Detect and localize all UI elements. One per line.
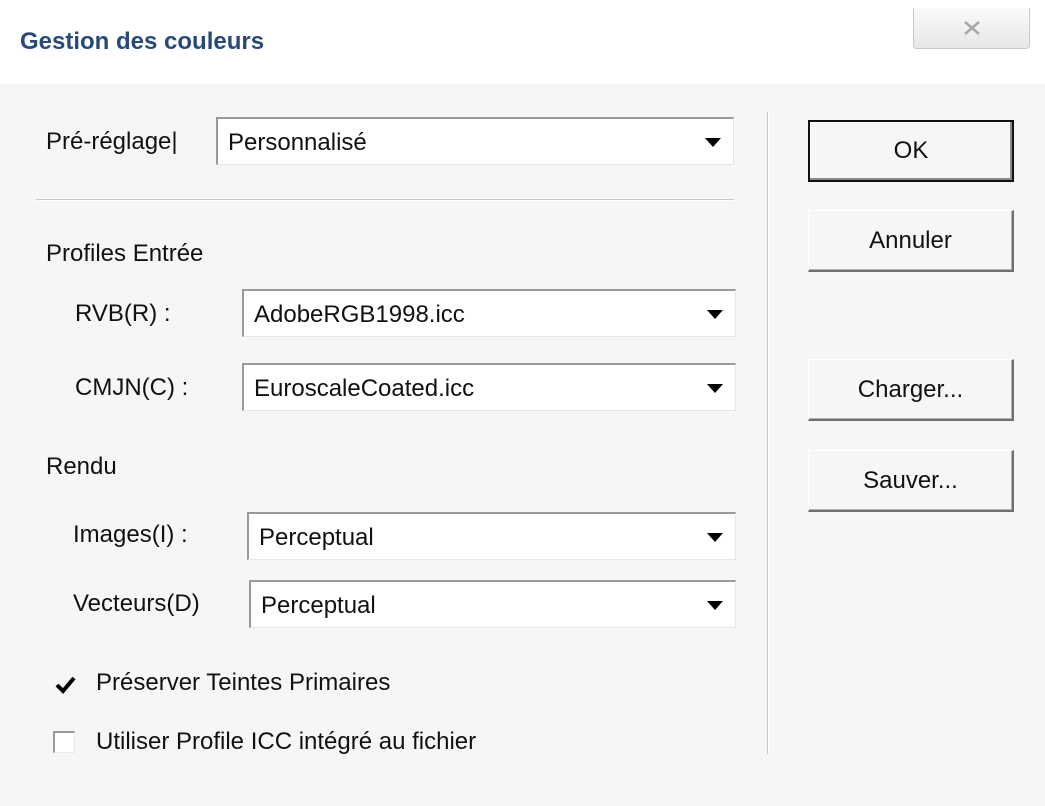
images-intent-value: Perceptual [259, 524, 374, 551]
save-button[interactable]: Sauver... [808, 450, 1014, 512]
cmyk-profile-value: EuroscaleCoated.icc [254, 375, 475, 402]
rgb-profile-dropdown[interactable]: AdobeRGB1998.icc [242, 289, 736, 337]
ok-button[interactable]: OK [808, 120, 1014, 182]
use-embedded-icc-checkbox[interactable] [53, 731, 75, 753]
cmyk-profile-dropdown[interactable]: EuroscaleCoated.icc [242, 363, 736, 411]
checkmark-icon [55, 676, 76, 694]
rgb-profile-value: AdobeRGB1998.icc [254, 301, 465, 328]
close-button[interactable] [913, 8, 1030, 49]
chevron-down-icon[interactable] [707, 310, 723, 319]
chevron-down-icon[interactable] [705, 138, 721, 147]
vertical-divider [767, 112, 769, 754]
chevron-down-icon[interactable] [707, 533, 723, 542]
dialog-title: Gestion des couleurs [20, 28, 265, 55]
title-bar: Gestion des couleurs [0, 0, 1045, 84]
preserve-primaries-checkbox[interactable] [53, 672, 76, 694]
preset-value: Personnalisé [228, 129, 367, 156]
input-profiles-heading: Profiles Entrée [46, 240, 204, 267]
preset-dropdown[interactable]: Personnalisé [216, 117, 734, 165]
chevron-down-icon[interactable] [707, 384, 723, 393]
cmyk-profile-label: CMJN(C) : [75, 374, 189, 401]
rendering-heading: Rendu [46, 453, 117, 480]
horizontal-divider [36, 199, 734, 201]
preserve-primaries-label[interactable]: Préserver Teintes Primaires [96, 669, 390, 697]
load-button[interactable]: Charger... [808, 359, 1014, 421]
rgb-profile-label: RVB(R) : [75, 300, 171, 327]
chevron-down-icon[interactable] [707, 601, 723, 610]
preset-label: Pré-réglage| [46, 128, 178, 155]
color-management-dialog: Gestion des couleurs Pré-réglage| Person… [0, 0, 1045, 806]
cancel-button[interactable]: Annuler [808, 210, 1014, 272]
vectors-intent-label: Vecteurs(D) [73, 590, 200, 617]
use-embedded-icc-label[interactable]: Utiliser Profile ICC intégré au fichier [96, 728, 476, 756]
vectors-intent-dropdown[interactable]: Perceptual [249, 580, 736, 628]
images-intent-label: Images(I) : [73, 521, 188, 548]
images-intent-dropdown[interactable]: Perceptual [247, 512, 736, 560]
vectors-intent-value: Perceptual [261, 592, 376, 619]
close-icon [963, 21, 980, 35]
